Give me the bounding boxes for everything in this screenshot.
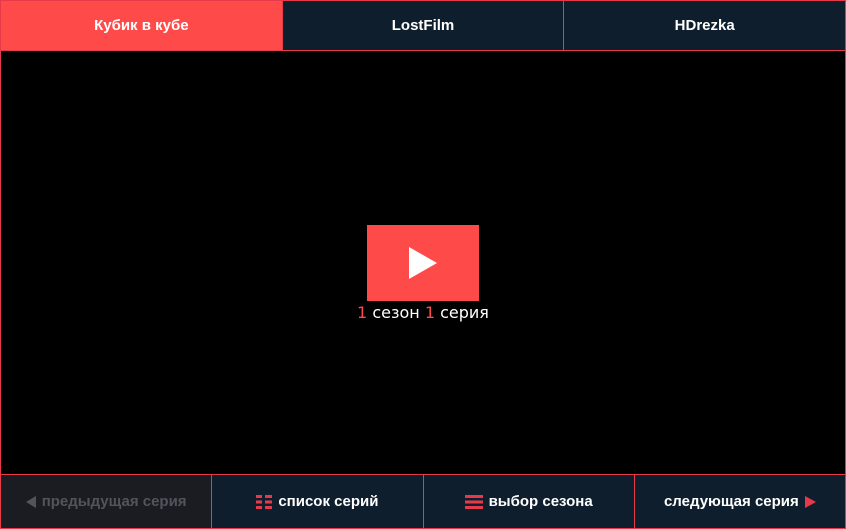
tab-hdrezka[interactable]: HDrezka (564, 1, 845, 50)
tab-lostfilm[interactable]: LostFilm (283, 1, 565, 50)
episode-list-button[interactable]: список серий (212, 475, 424, 528)
play-icon (409, 247, 437, 279)
previous-episode-button[interactable]: предыдущая серия (1, 475, 213, 528)
video-player: Кубик в кубе LostFilm HDrezka 1 сезон 1 … (0, 0, 846, 529)
episode-info: 1 сезон 1 серия (1, 303, 845, 322)
episode-list-label: список серий (278, 493, 379, 510)
video-area[interactable]: 1 сезон 1 серия (1, 51, 845, 474)
triangle-right-icon (804, 495, 816, 508)
episode-number: 1 (424, 303, 436, 322)
episode-controls: предыдущая серия список серий выбор сезо… (1, 474, 845, 528)
season-number: 1 (357, 303, 368, 322)
next-episode-button[interactable]: следующая серия (635, 475, 845, 528)
tab-kubik-v-kube[interactable]: Кубик в кубе (1, 1, 283, 50)
triangle-left-icon (25, 495, 36, 508)
season-label: сезон (372, 303, 420, 322)
episode-label: серия (440, 303, 489, 322)
season-select-label: выбор сезона (488, 493, 593, 510)
play-button[interactable] (367, 225, 479, 301)
hamburger-icon (464, 494, 483, 509)
source-tabs: Кубик в кубе LostFilm HDrezka (1, 1, 845, 51)
season-select-button[interactable]: выбор сезона (424, 475, 635, 528)
next-episode-label: следующая серия (663, 493, 799, 510)
grid-list-icon (256, 494, 273, 509)
previous-episode-label: предыдущая серия (41, 493, 187, 510)
